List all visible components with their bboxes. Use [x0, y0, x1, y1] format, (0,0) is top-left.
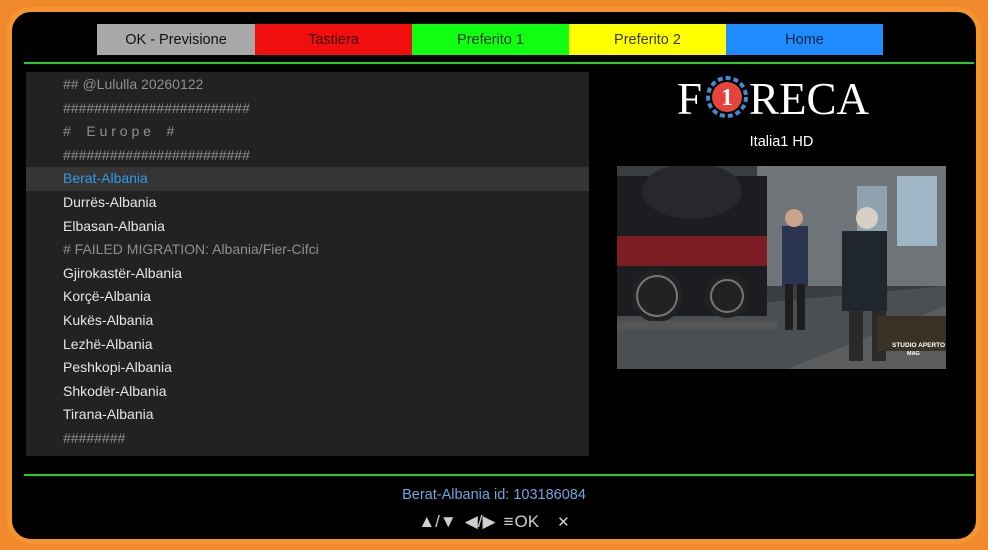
leftright-arrows-icon: ◀/▶: [464, 512, 496, 531]
channel-name: Italia1 HD: [749, 134, 814, 150]
menu-icon: ≡: [503, 512, 514, 531]
list-comment-row[interactable]: # FAILED MIGRATION: Albania/Fier-Cifci: [26, 238, 589, 262]
list-item[interactable]: Lezhë-Albania: [26, 333, 589, 357]
ok-key-label: OK: [514, 512, 540, 531]
list-comment-row[interactable]: ########################: [26, 97, 589, 121]
list-item[interactable]: Kukës-Albania: [26, 309, 589, 333]
keyboard-button[interactable]: Tastiera: [255, 24, 412, 55]
favorite1-button[interactable]: Preferito 1: [412, 24, 569, 55]
favorite2-button[interactable]: Preferito 2: [569, 24, 726, 55]
list-item[interactable]: Peshkopi-Albania: [26, 356, 589, 380]
list-comment-row[interactable]: ########################: [26, 144, 589, 168]
top-separator: [24, 62, 974, 64]
list-item[interactable]: Shkodër-Albania: [26, 380, 589, 404]
ok-forecast-button[interactable]: OK - Previsione: [97, 24, 255, 55]
bottom-separator: [24, 474, 974, 476]
color-button-bar: OK - Previsione Tastiera Preferito 1 Pre…: [97, 24, 883, 55]
home-button[interactable]: Home: [726, 24, 883, 55]
list-item[interactable]: Durrës-Albania: [26, 191, 589, 215]
list-comment-row[interactable]: # E u r o p e #: [26, 120, 589, 144]
list-item[interactable]: Elbasan-Albania: [26, 215, 589, 239]
svg-text:1: 1: [721, 85, 733, 111]
svg-text:MAG: MAG: [907, 351, 920, 357]
logo-letter-f: F: [677, 74, 702, 122]
svg-text:STUDIO APERTO: STUDIO APERTO: [892, 342, 945, 349]
logo-letters-reca: RECA: [749, 74, 870, 122]
list-item[interactable]: Gjirokastër-Albania: [26, 262, 589, 286]
selection-status: Berat-Albania id: 103186084: [402, 487, 586, 503]
list-comment-row[interactable]: ## @Lululla 20260122: [26, 73, 589, 97]
list-item[interactable]: Berat-Albania: [26, 167, 589, 191]
list-item[interactable]: Tirana-Albania: [26, 403, 589, 427]
key-hints: ▲/▼ ◀/▶ ≡ OK ✕: [0, 512, 988, 532]
location-list[interactable]: ## @Lululla 20260122 ####################…: [26, 72, 589, 456]
updown-arrows-icon: ▲/▼: [418, 512, 457, 531]
list-item[interactable]: Korçë-Albania: [26, 285, 589, 309]
list-comment-row[interactable]: ########: [26, 427, 589, 451]
foreca-logo: F 1 RECA: [677, 74, 870, 122]
gear-icon: 1: [706, 76, 748, 118]
close-icon: ✕: [557, 514, 570, 531]
tv-preview: STUDIO APERTO MAG: [617, 166, 946, 369]
